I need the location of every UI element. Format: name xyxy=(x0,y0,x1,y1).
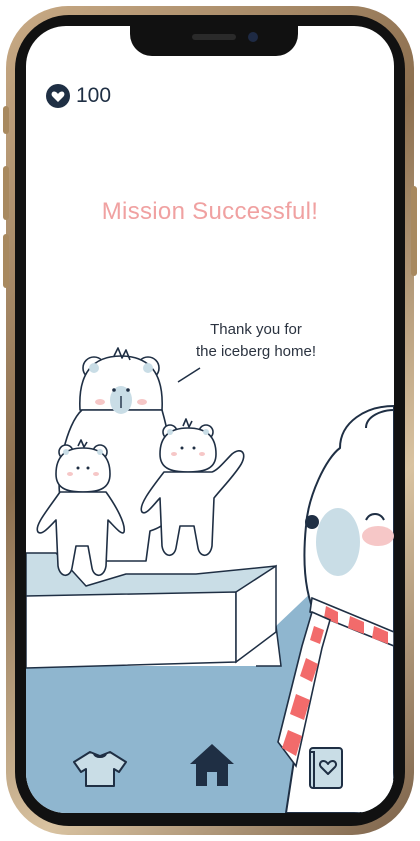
nav-home-button[interactable] xyxy=(188,742,236,788)
shirt-icon xyxy=(73,751,127,787)
volume-down-button xyxy=(3,234,9,288)
bear-nose xyxy=(305,515,319,529)
app-screen: 100 Mission Successful! Thank you for th… xyxy=(26,26,394,813)
volume-up-button xyxy=(3,166,9,220)
phone-notch xyxy=(130,26,298,56)
hearts-counter: 100 xyxy=(46,82,111,110)
earpiece xyxy=(192,34,236,40)
power-button xyxy=(411,186,417,276)
iceberg-front xyxy=(26,591,237,669)
bear-snout xyxy=(316,508,360,576)
home-icon xyxy=(190,744,234,786)
nav-collection-button[interactable] xyxy=(306,746,346,790)
speech-text: Thank you for the iceberg home! xyxy=(176,319,336,363)
front-camera xyxy=(248,32,258,42)
nav-shirt-button[interactable] xyxy=(72,748,128,788)
hearts-count: 100 xyxy=(76,84,112,107)
page-title: Mission Successful! xyxy=(101,198,319,225)
mute-switch xyxy=(3,106,9,134)
heart-book-icon xyxy=(309,747,343,789)
speech-line-2: the iceberg home! xyxy=(195,343,317,360)
speech-line-1: Thank you for xyxy=(210,321,302,338)
heart-icon xyxy=(46,84,70,108)
iceberg-scene xyxy=(26,347,394,813)
